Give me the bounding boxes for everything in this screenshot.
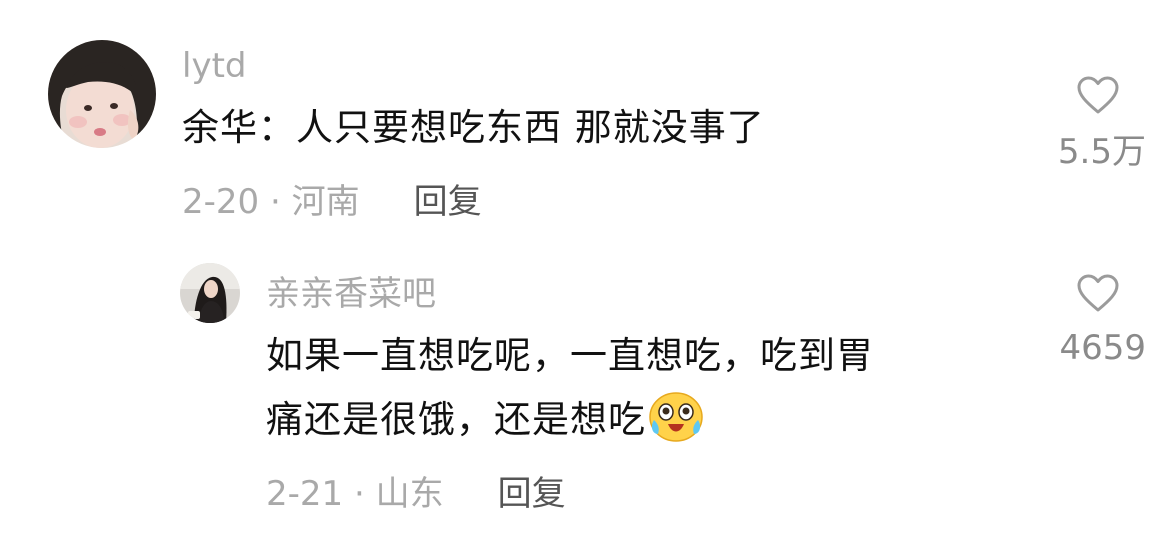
crying-laughing-emoji-icon (649, 392, 703, 442)
avatar[interactable] (180, 263, 240, 323)
comment-date-location: 2-20 · 河南 (182, 182, 360, 222)
comment-text-fragment: 痛还是很饿，还是想吃 (266, 398, 646, 441)
user-avatar-icon (48, 40, 156, 148)
reply-button[interactable]: 回复 (414, 182, 482, 222)
heart-icon[interactable] (1076, 76, 1120, 116)
like-count: 4659 (1059, 328, 1146, 368)
comment-text-line: 痛还是很饿，还是想吃 (266, 390, 1026, 448)
comment-meta: 2-21 · 山东 回复 (266, 474, 566, 514)
comment-username[interactable]: lytd (182, 46, 246, 86)
comment-date-location: 2-21 · 山东 (266, 474, 444, 514)
comment-meta: 2-20 · 河南 回复 (182, 182, 482, 222)
like-count: 5.5万 (1057, 132, 1146, 172)
avatar[interactable] (48, 40, 156, 148)
heart-icon[interactable] (1076, 274, 1120, 314)
reply-button[interactable]: 回复 (498, 474, 566, 514)
comment-text: 余华：人只要想吃东西 那就没事了 (182, 106, 765, 149)
comment-username[interactable]: 亲亲香菜吧 (266, 274, 436, 314)
comment-text-line: 如果一直想吃呢，一直想吃，吃到胃 (266, 334, 874, 377)
comment-text: 如果一直想吃呢，一直想吃，吃到胃 痛还是很饿，还是想吃 (266, 328, 1026, 448)
user-avatar-icon (180, 263, 240, 323)
